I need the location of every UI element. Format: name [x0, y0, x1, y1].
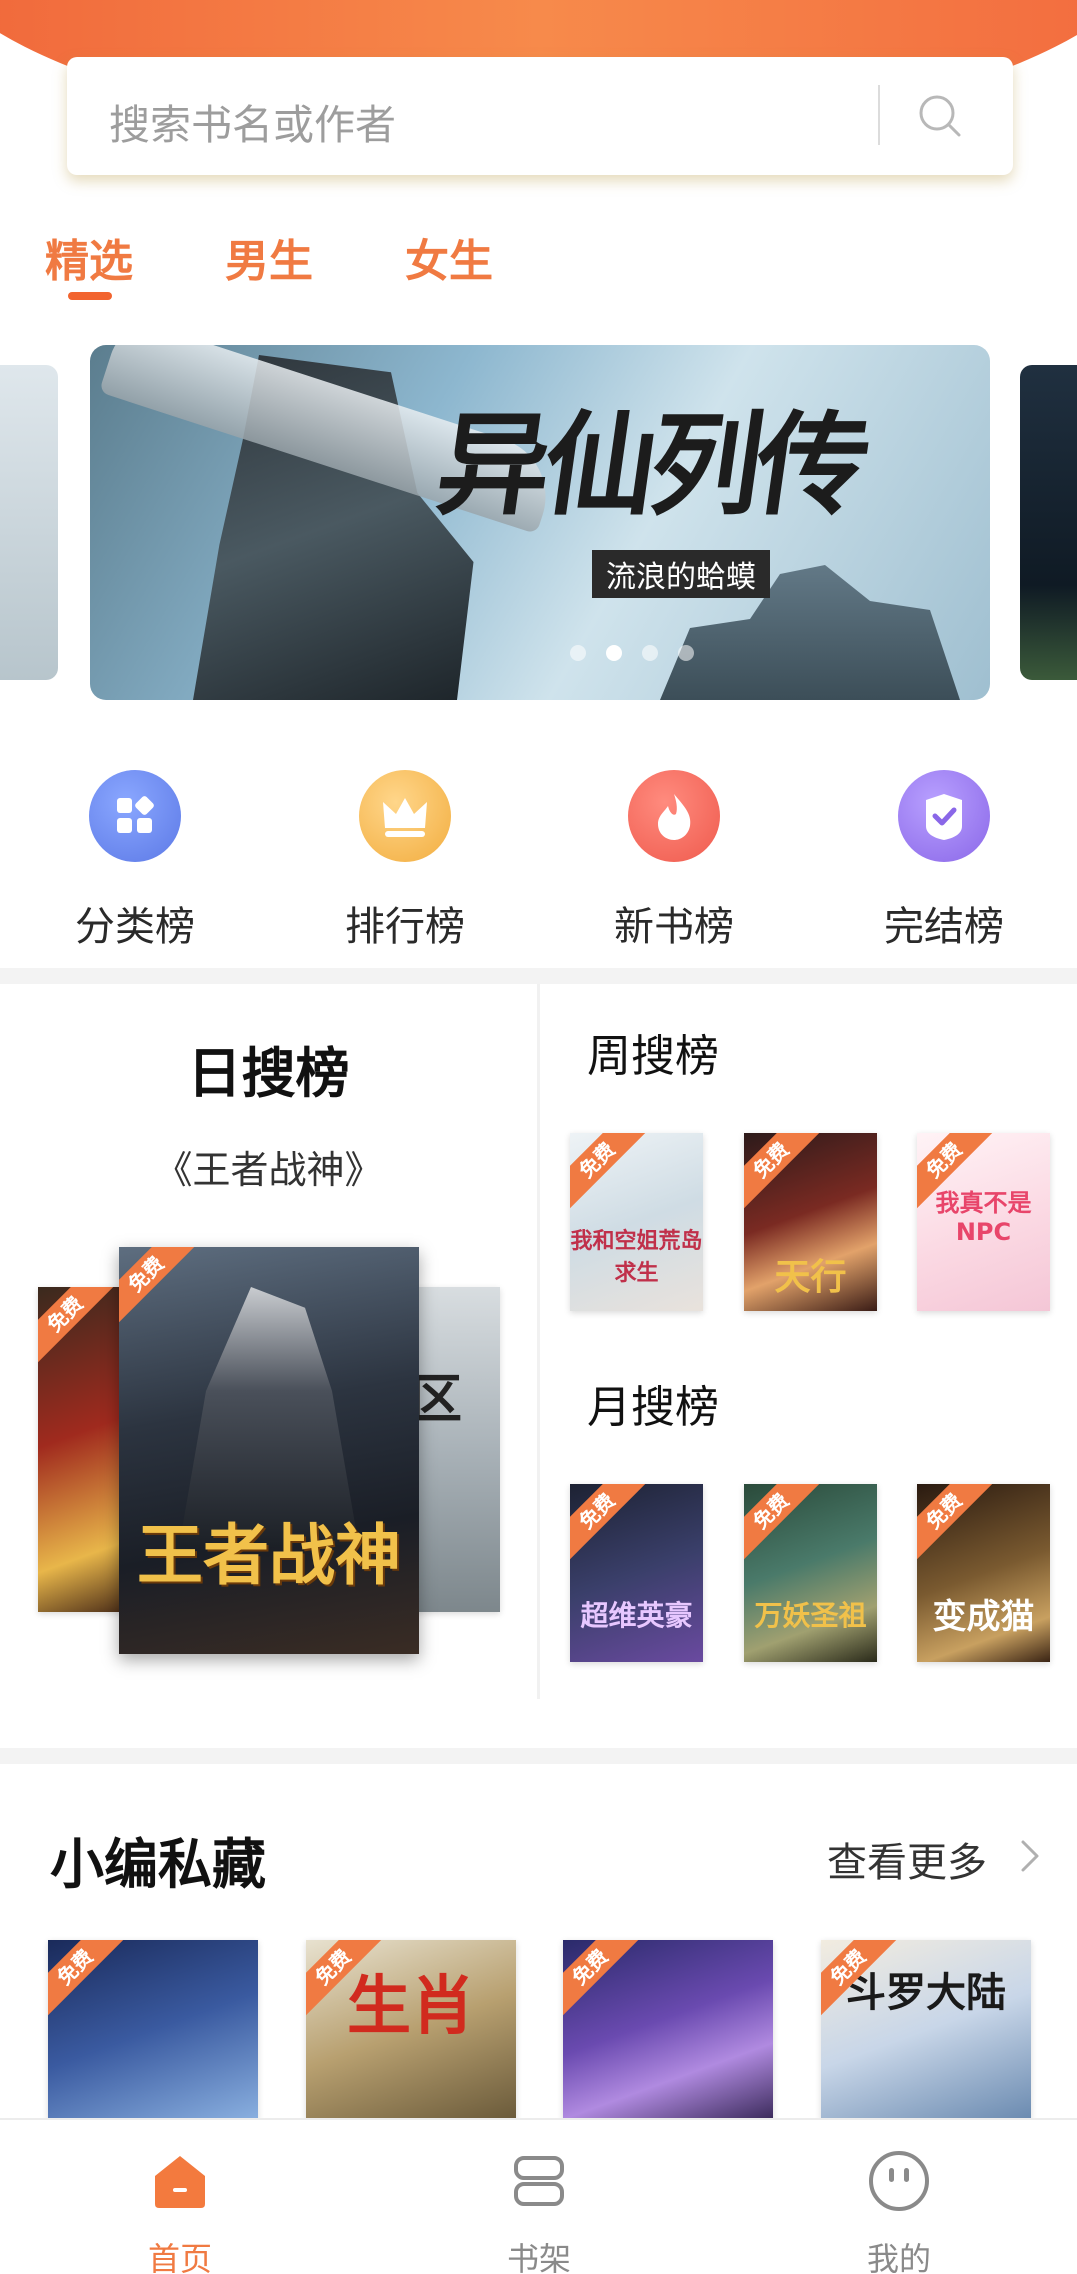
banner-author: 流浪的蛤蟆	[592, 550, 770, 598]
column-divider	[537, 984, 540, 1699]
book-cover[interactable]: 万妖圣祖 免费	[744, 1484, 877, 1662]
daily-featured-book: 《王者战神》	[154, 1148, 383, 1192]
category-finished[interactable]: 完结榜	[844, 770, 1044, 952]
book-cover[interactable]: 天行 免费	[744, 1133, 877, 1311]
category-ranking[interactable]: 排行榜	[305, 770, 505, 952]
home-icon	[155, 2156, 205, 2208]
book-cover[interactable]: 我和空姐荒岛求生 免费	[570, 1133, 703, 1311]
category-label: 完结榜	[884, 904, 1004, 950]
profile-icon	[869, 2151, 929, 2211]
daily-title: 日搜榜	[187, 1042, 350, 1105]
free-badge: 免费	[570, 1133, 647, 1210]
search-icon[interactable]	[917, 93, 963, 139]
tab-featured[interactable]: 精选	[45, 225, 133, 289]
bottom-nav: 首页 书架 我的	[0, 2118, 1077, 2274]
cover-title: 天行	[774, 1257, 847, 1298]
book-cover[interactable]: 斗罗大陆 免费	[821, 1940, 1031, 2120]
tab-indicator	[68, 292, 112, 300]
cover-title: 王者战神	[137, 1516, 401, 1594]
channel-tabs: 精选 男生 女生	[0, 215, 1077, 305]
search-input[interactable]: 搜索书名或作者	[109, 91, 396, 151]
cover-title: 变成猫	[932, 1597, 1035, 1637]
category-label: 新书榜	[614, 904, 734, 950]
tab-female[interactable]: 女生	[405, 225, 493, 289]
category-new[interactable]: 新书榜	[574, 770, 774, 952]
book-cover[interactable]: 变成猫 免费	[917, 1484, 1050, 1662]
crown-icon	[359, 770, 451, 862]
search-divider	[878, 85, 880, 145]
picks-more-link[interactable]: 查看更多	[827, 1830, 987, 1888]
check-icon	[898, 770, 990, 862]
book-cover[interactable]: 免费	[38, 1287, 128, 1612]
nav-label: 首页	[147, 2240, 212, 2274]
nav-profile[interactable]: 我的	[799, 2148, 999, 2274]
free-badge: 免费	[38, 1287, 115, 1364]
cover-title: 我和空姐荒岛求生	[570, 1229, 703, 1286]
cover-title: 我真不是NPC	[935, 1189, 1032, 1246]
carousel-dots	[570, 645, 714, 665]
nav-label: 书架	[506, 2240, 571, 2274]
book-cover[interactable]: 免费	[563, 1940, 773, 2120]
book-cover[interactable]: 我真不是NPC 免费	[917, 1133, 1050, 1311]
search-bar[interactable]: 搜索书名或作者	[67, 57, 1013, 175]
free-badge: 免费	[48, 1940, 125, 2017]
free-badge: 免费	[570, 1484, 647, 1561]
category-label: 分类榜	[75, 904, 195, 950]
free-badge: 免费	[563, 1940, 640, 2017]
chevron-right-icon[interactable]	[1015, 1836, 1045, 1876]
flame-icon	[628, 770, 720, 862]
cover-title: 超维英豪	[580, 1599, 693, 1632]
section-divider	[0, 968, 1077, 984]
nav-home[interactable]: 首页	[80, 2148, 280, 2274]
banner-title: 异仙列传	[429, 400, 872, 531]
grid-icon	[89, 770, 181, 862]
book-cover[interactable]: 区	[410, 1287, 500, 1612]
category-label: 排行榜	[345, 904, 465, 950]
banner-carousel[interactable]: 异仙列传 流浪的蛤蟆	[90, 345, 990, 700]
tab-male[interactable]: 男生	[225, 225, 313, 289]
nav-bookshelf[interactable]: 书架	[439, 2148, 639, 2274]
free-badge: 免费	[917, 1484, 994, 1561]
banner-prev-peek[interactable]	[0, 365, 58, 680]
book-cover[interactable]: 生肖 免费	[306, 1940, 516, 2120]
nav-label: 我的	[866, 2240, 931, 2274]
section-divider	[0, 1748, 1077, 1764]
daily-featured-cover[interactable]: 王者战神 免费	[119, 1247, 419, 1654]
book-cover[interactable]: 免费	[48, 1940, 258, 2120]
free-badge: 免费	[119, 1247, 196, 1324]
picks-title: 小编私藏	[50, 1833, 266, 1896]
weekly-title[interactable]: 周搜榜	[587, 1020, 719, 1084]
bookshelf-icon	[514, 2156, 564, 2206]
free-badge: 免费	[744, 1484, 821, 1561]
banner-next-peek[interactable]	[1020, 365, 1077, 680]
book-cover[interactable]: 超维英豪 免费	[570, 1484, 703, 1662]
monthly-title[interactable]: 月搜榜	[587, 1371, 719, 1435]
category-classify[interactable]: 分类榜	[35, 770, 235, 952]
cover-title: 万妖圣祖	[754, 1599, 867, 1632]
free-badge: 免费	[744, 1133, 821, 1210]
category-row: 分类榜 排行榜 新书榜 完结榜	[0, 770, 1077, 950]
